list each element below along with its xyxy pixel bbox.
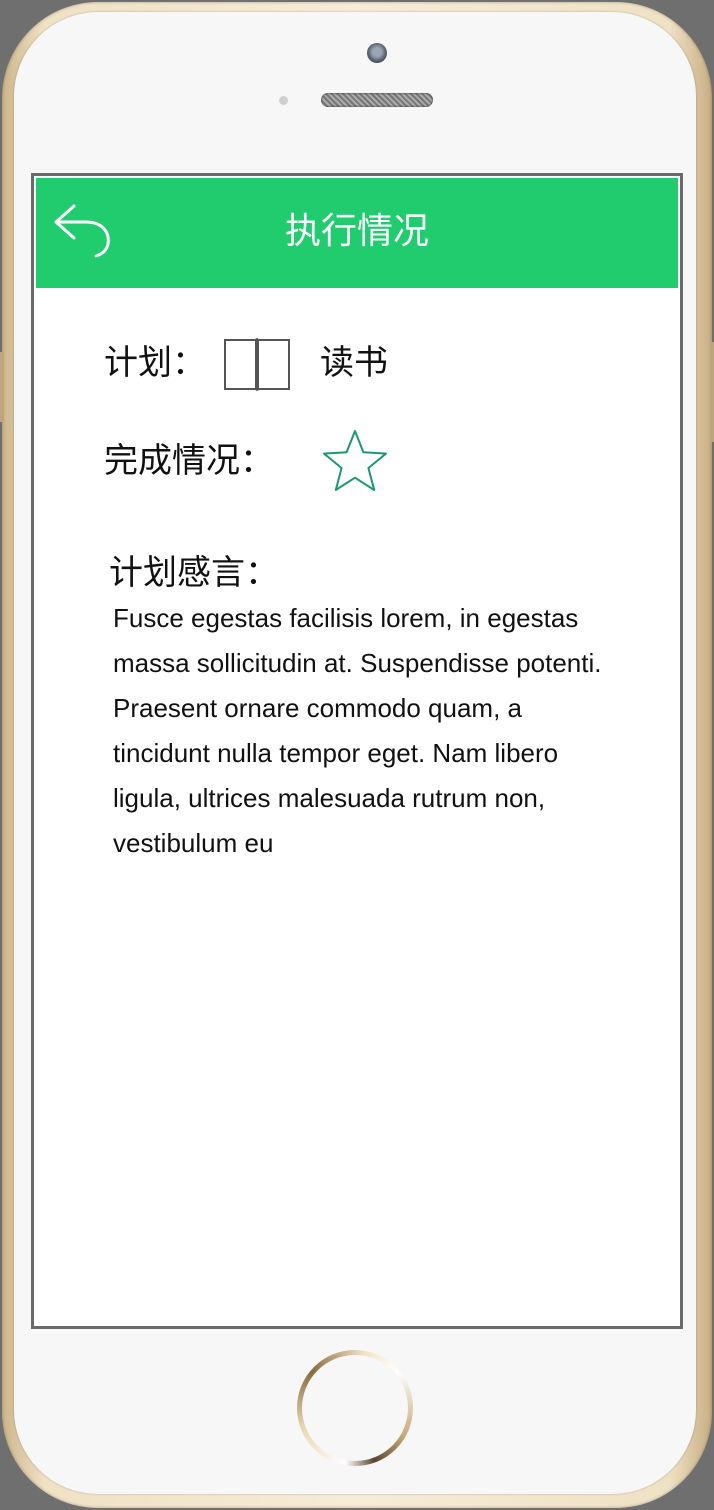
home-button-face	[302, 1355, 408, 1461]
open-book-icon	[224, 338, 290, 391]
speaker-grille	[321, 93, 433, 107]
header-bar: 执行情况	[36, 178, 678, 288]
side-button	[710, 342, 714, 442]
home-button[interactable]	[297, 1350, 413, 1466]
notes-text: Fusce egestas facilisis lorem, in egesta…	[113, 603, 602, 858]
plan-value: 读书	[320, 343, 388, 383]
notes-label: 计划感言：	[109, 553, 279, 593]
camera-icon	[367, 43, 387, 63]
plan-label: 计划：	[104, 343, 206, 383]
side-button	[0, 352, 4, 422]
page-title: 执行情况	[284, 211, 429, 252]
completion-label: 完成情况：	[104, 441, 274, 481]
sensor-icon	[279, 96, 288, 105]
app-screen: 执行情况 计划： 读书 完成情况： 计划感言： Fusce egestas fa…	[31, 173, 683, 1329]
star-outline-icon[interactable]	[321, 428, 389, 494]
